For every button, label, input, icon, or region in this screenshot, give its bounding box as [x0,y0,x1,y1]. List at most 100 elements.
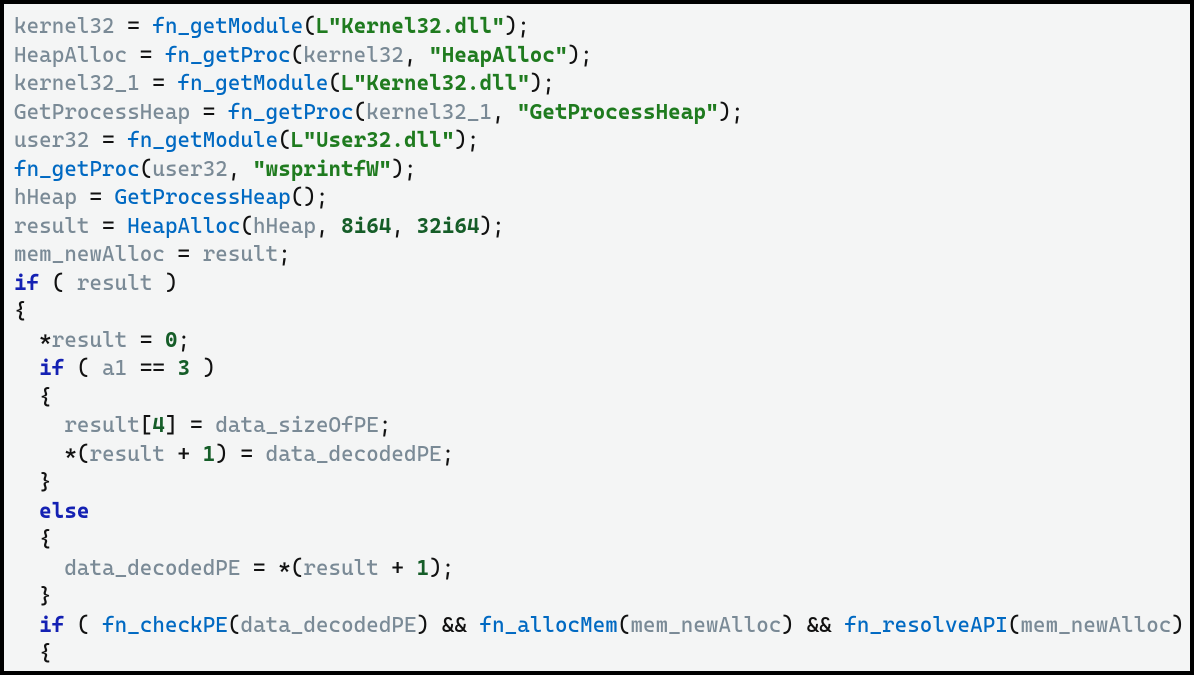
code-token: fn_getProc [14,156,140,181]
code-token: fn_allocMem [480,612,618,637]
code-token: if [39,612,64,637]
code-line: result = HeapAlloc(hHeap, 8i64, 32i64); [14,213,505,238]
code-token: (); [291,184,329,209]
code-token: ) ) [1171,612,1194,637]
code-token: ); [454,127,479,152]
code-viewer-frame: kernel32 = fn_getModule(L"Kernel32.dll")… [0,0,1194,675]
code-token: L [316,13,329,38]
code-line: *(result + 1) = data_decodedPE; [14,441,454,466]
code-token: if [64,669,89,675]
code-token: , [228,156,253,181]
code-token: { [14,526,52,551]
code-token: ); [505,13,530,38]
code-line: kernel32_1 = fn_getModule(L"Kernel32.dll… [14,70,555,95]
code-token: 1 [417,555,430,580]
code-token: result [52,327,127,352]
code-token: "GetProcessHeap" [517,99,718,124]
code-line: user32 = fn_getModule(L"User32.dll"); [14,127,480,152]
code-token: ; [442,441,455,466]
code-token: fn_checkPE [102,612,228,637]
code-token: result [64,412,139,437]
code-token: hHeap [14,184,77,209]
code-token [14,412,64,437]
code-token: = [240,555,278,580]
code-token: 8i64 [341,213,391,238]
code-line: kernel32 = fn_getModule(L"Kernel32.dll")… [14,13,530,38]
code-token: ( [64,355,102,380]
code-token: + [165,441,203,466]
code-token: result [89,441,164,466]
code-token: HeapAlloc [14,42,127,67]
code-token: fn_getModule [152,13,303,38]
code-token: ( [39,270,77,295]
code-token: fn_resolveAPI [844,612,1008,637]
code-token: ; [379,412,392,437]
code-token: GetProcessHeap [14,99,190,124]
code-token: mem_newAlloc [630,612,781,637]
code-token: [ [140,412,153,437]
code-token: ( [303,13,316,38]
code-token: ; [178,327,191,352]
code-token: 0 [165,327,178,352]
code-token: mem_newAlloc [1020,612,1171,637]
code-token: data_config [429,669,567,675]
code-token: = [77,184,115,209]
code-token: if [39,355,64,380]
code-line: hHeap = GetProcessHeap(); [14,184,329,209]
code-token: kernel32_1 [366,99,492,124]
code-line: result[4] = data_sizeOfPE; [14,412,391,437]
code-token: result [203,241,278,266]
code-token: ) [190,355,215,380]
code-token: ( [90,669,128,675]
code-token: ( [1008,612,1021,637]
code-token: ( [354,99,367,124]
code-line: if ( a1 == 3 ) [14,355,215,380]
code-token: } [14,469,52,494]
code-token: ); [480,213,505,238]
code-line: if ( fn_runMem(mem_newAlloc, data_config… [14,669,605,675]
code-token: = [127,42,165,67]
code-token [14,498,39,523]
code-line: { [14,640,52,665]
code-token: hHeap [253,213,316,238]
code-token: fn_getProc [165,42,291,67]
code-token: "User32.dll" [303,127,454,152]
code-token [14,355,39,380]
code-token: = [115,13,153,38]
code-line: { [14,384,52,409]
code-line: if ( result ) [14,270,178,295]
code-token: fn_runMem [127,669,240,675]
code-token: { [14,384,52,409]
code-token [14,612,39,637]
code-token: user32 [14,127,89,152]
code-token: if [14,270,39,295]
code-line: *result = 0; [14,327,190,352]
code-token: fn_getProc [228,99,354,124]
code-token: 3 [178,355,191,380]
code-token: ); [530,70,555,95]
code-token [14,669,64,675]
code-token: , [492,99,517,124]
code-token: "HeapAlloc" [429,42,567,67]
code-token: ); [718,99,743,124]
code-line: } [14,469,52,494]
code-token: , [316,213,341,238]
code-token: = [127,327,165,352]
code-token: * [14,327,52,352]
code-token: user32 [152,156,227,181]
code-line: else [14,498,90,523]
code-token: ) = [215,441,265,466]
code-token: ( [228,612,241,637]
code-line: { [14,526,52,551]
code-token: fn_getModule [127,127,278,152]
code-token [14,555,64,580]
code-token: *( [278,555,303,580]
code-line: HeapAlloc = fn_getProc(kernel32, "HeapAl… [14,42,593,67]
code-token: data_sizeOfPE [215,412,379,437]
code-token: ] = [165,412,215,437]
code-line: mem_newAlloc = result; [14,241,291,266]
code-token: ( [140,156,153,181]
code-line: data_decodedPE = *(result + 1); [14,555,454,580]
code-token: kernel32 [14,13,115,38]
code-token: ( [64,612,102,637]
